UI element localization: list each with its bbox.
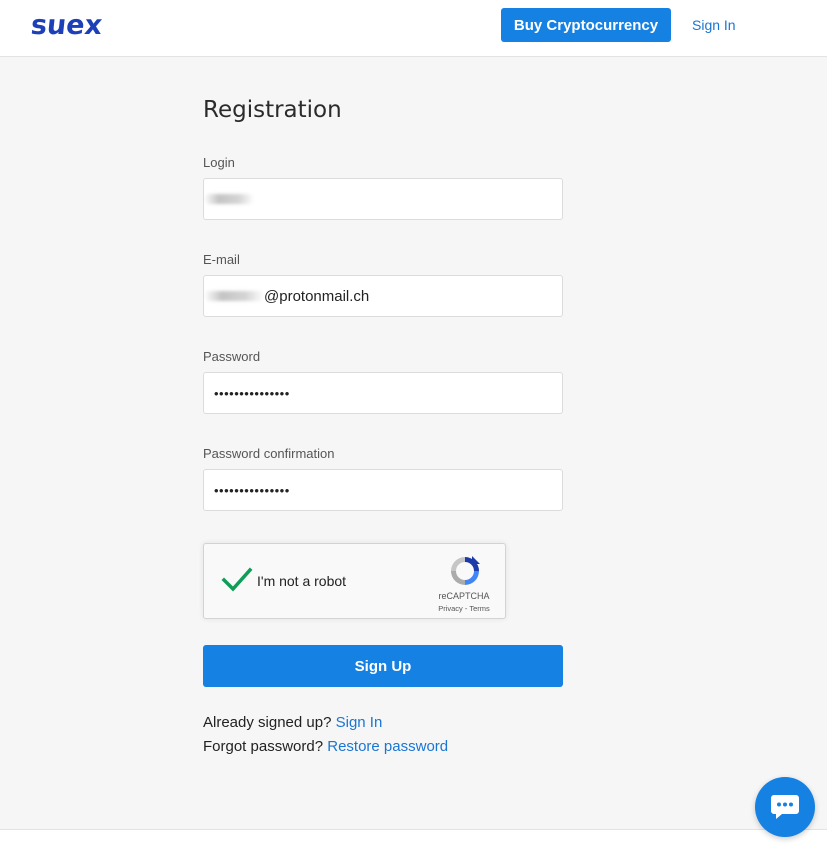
password-field[interactable]: ••••••••••••••• [203, 372, 563, 414]
email-value: @protonmail.ch [264, 287, 370, 305]
email-label: E-mail [203, 252, 240, 267]
email-field[interactable]: @protonmail.ch [203, 275, 563, 317]
recaptcha-label: I'm not a robot [257, 573, 347, 589]
recaptcha-brand: reCAPTCHA [438, 591, 490, 601]
header-sign-in-link[interactable]: Sign In [692, 17, 736, 33]
page-title: Registration [203, 97, 342, 123]
top-header: suex Buy Cryptocurrency Sign In [0, 0, 827, 57]
buy-cryptocurrency-button[interactable]: Buy Cryptocurrency [501, 8, 671, 42]
footer-sign-in-link[interactable]: Sign In [336, 714, 383, 731]
password-label: Password [203, 349, 261, 364]
check-icon[interactable] [221, 564, 253, 596]
login-field[interactable] [203, 178, 563, 220]
login-label: Login [203, 155, 235, 170]
recaptcha-privacy-terms[interactable]: Privacy - Terms [432, 604, 496, 613]
password-confirmation-field[interactable]: ••••••••••••••• [203, 469, 563, 511]
forgot-password-text: Forgot password? [203, 738, 324, 755]
already-signed-up-text: Already signed up? [203, 714, 332, 731]
login-obscured-value [204, 194, 254, 204]
chat-button[interactable] [755, 777, 815, 837]
chat-bubble-icon [771, 795, 799, 819]
bottom-footer-strip [0, 829, 827, 857]
password-confirmation-label: Password confirmation [203, 446, 335, 461]
forgot-password-line: Forgot password? Restore password [203, 738, 448, 755]
restore-password-link[interactable]: Restore password [327, 738, 448, 755]
sign-up-button[interactable]: Sign Up [203, 645, 563, 687]
password-confirmation-value: ••••••••••••••• [214, 482, 290, 498]
recaptcha-icon [451, 556, 480, 585]
suex-logo[interactable]: suex [29, 10, 103, 41]
password-value: ••••••••••••••• [214, 385, 290, 401]
recaptcha-widget: I'm not a robot reCAPTCHA Privacy - Term… [203, 543, 506, 619]
email-obscured-value [204, 291, 264, 301]
already-signed-up-line: Already signed up? Sign In [203, 714, 382, 731]
